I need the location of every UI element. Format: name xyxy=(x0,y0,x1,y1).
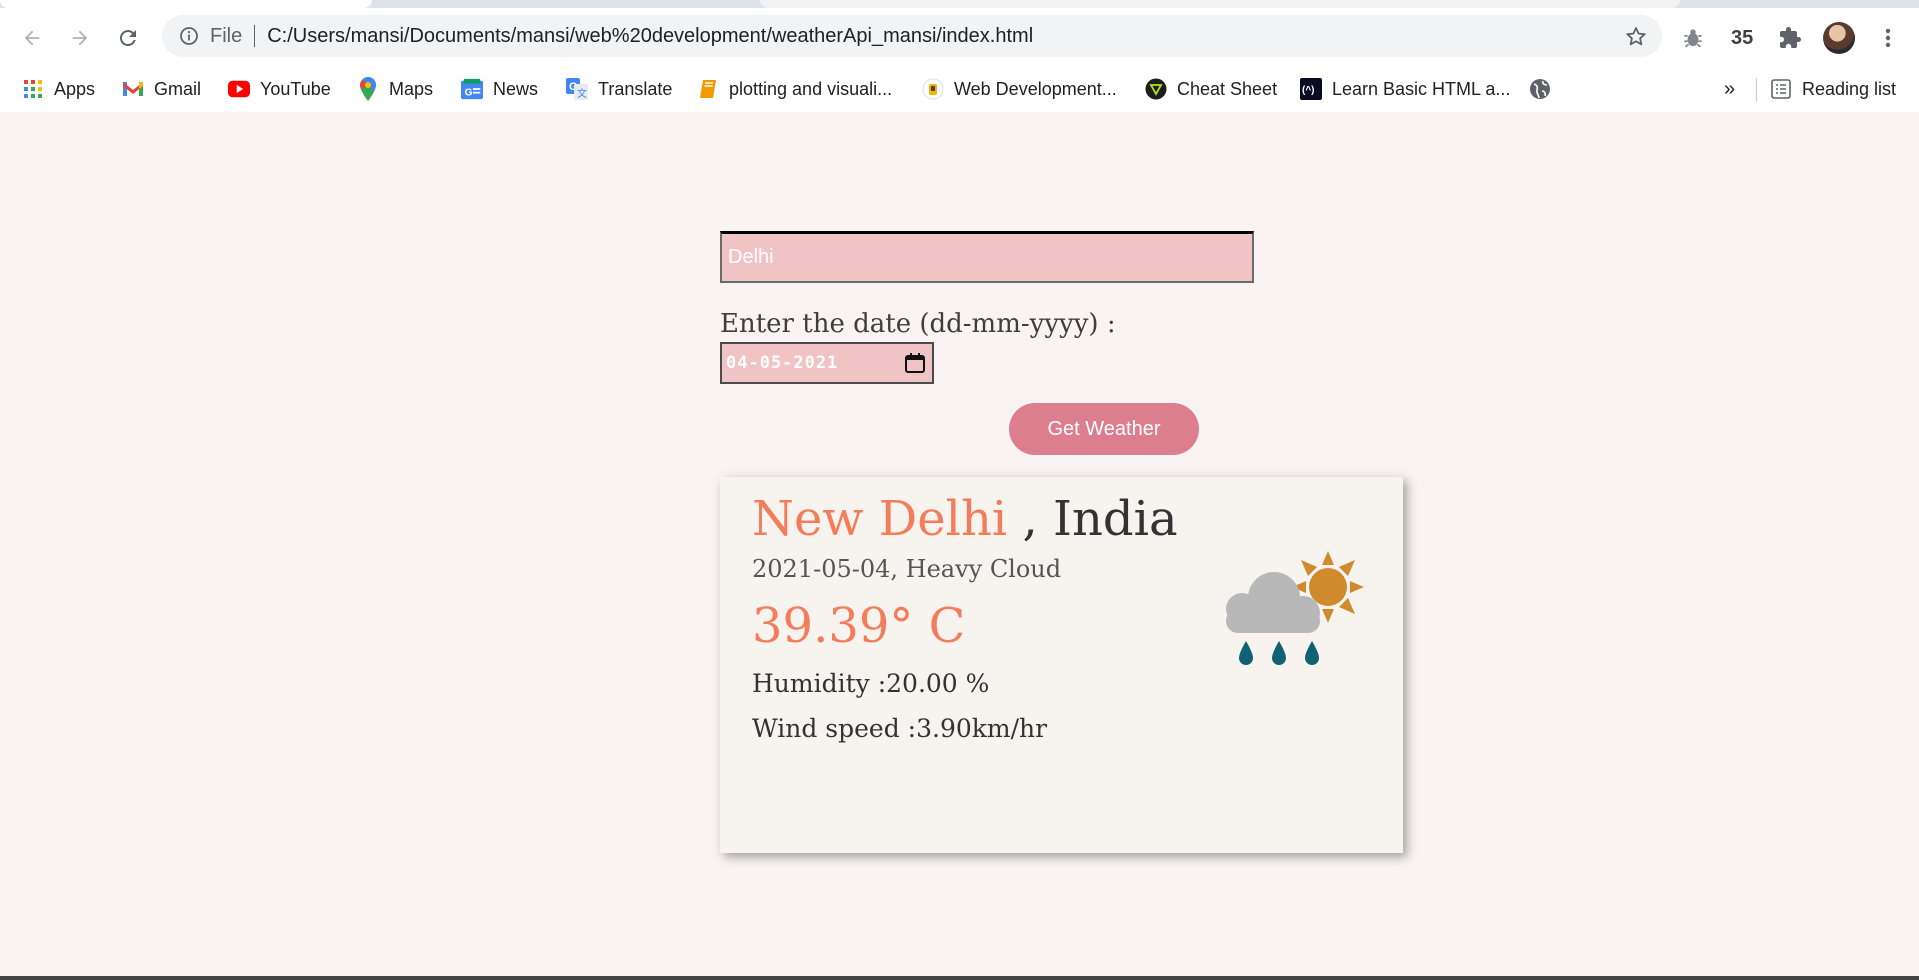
heavy-rain-partly-sunny-icon xyxy=(1226,551,1364,665)
temperature: 39.39° C xyxy=(752,598,966,654)
get-weather-button[interactable]: Get Weather xyxy=(1009,403,1199,455)
bookmark-cheat-sheet[interactable]: Cheat Sheet xyxy=(1145,66,1277,112)
wind-speed: Wind speed :3.90km/hr xyxy=(752,714,1048,743)
bookmark-label: Maps xyxy=(389,78,434,99)
date-condition: 2021-05-04, Heavy Cloud xyxy=(752,555,1062,583)
bookmark-youtube[interactable]: YouTube xyxy=(228,66,331,112)
page-content: Delhi Enter the date (dd-mm-yyyy) : 04-0… xyxy=(0,112,1919,980)
kebab-menu-icon xyxy=(1885,28,1891,48)
bookmark-web-development[interactable]: Web Development... xyxy=(922,66,1117,112)
bookmarks-divider xyxy=(1756,78,1757,102)
bookmark-apps[interactable]: Apps xyxy=(22,66,95,112)
browser-toolbar: File C:/Users/mansi/Documents/mansi/web%… xyxy=(0,8,1919,66)
taskbar-edge xyxy=(0,976,1919,980)
forward-button[interactable] xyxy=(64,22,96,54)
back-button[interactable] xyxy=(16,22,48,54)
news-icon: G xyxy=(461,78,483,100)
web-dev-icon xyxy=(922,78,944,100)
avatar xyxy=(1823,22,1855,54)
weather-card: New Delhi , India 2021-05-04, Heavy Clou… xyxy=(720,477,1403,853)
reading-list-icon xyxy=(1770,78,1792,100)
menu-button[interactable] xyxy=(1878,16,1898,60)
bookmark-label: Learn Basic HTML a... xyxy=(1332,78,1511,99)
address-bar[interactable]: File C:/Users/mansi/Documents/mansi/web%… xyxy=(162,15,1662,57)
bookmark-translate[interactable]: G文 Translate xyxy=(566,66,672,112)
apps-grid-icon xyxy=(22,78,44,100)
bookmark-maps[interactable]: Maps xyxy=(357,66,433,112)
bookmark-globe[interactable] xyxy=(1529,66,1561,112)
city-input[interactable]: Delhi xyxy=(720,231,1254,283)
bookmark-label: YouTube xyxy=(260,78,331,99)
bug-icon xyxy=(1684,29,1702,48)
reading-list-label: Reading list xyxy=(1802,78,1897,99)
humidity: Humidity :20.00 % xyxy=(752,669,990,698)
extensions-button[interactable] xyxy=(1778,16,1802,60)
active-tab-edge[interactable] xyxy=(0,0,372,8)
reload-button[interactable] xyxy=(112,22,144,54)
city-name: New Delhi xyxy=(752,491,1008,547)
extension-badge[interactable]: 35 xyxy=(1731,16,1753,60)
bookmark-label: Web Development... xyxy=(954,78,1117,99)
translate-icon: G文 xyxy=(566,78,588,100)
bookmarks-bar: Apps Gmail YouTube Maps G News G 文 Trans… xyxy=(0,66,1919,113)
profile-button[interactable] xyxy=(1823,16,1855,60)
url-text[interactable]: C:/Users/mansi/Documents/mansi/web%20dev… xyxy=(267,25,1033,48)
reload-icon xyxy=(119,30,136,47)
bookmark-gmail[interactable]: Gmail xyxy=(122,66,201,112)
bookmark-star-icon[interactable] xyxy=(1624,25,1648,49)
gmail-icon xyxy=(122,78,144,100)
date-input-value: 04-05-2021 xyxy=(726,353,839,373)
inactive-tab-edge[interactable] xyxy=(760,0,1680,8)
book-icon xyxy=(697,78,719,100)
bookmark-news[interactable]: G News xyxy=(461,66,538,112)
country-name: , India xyxy=(1022,491,1178,547)
bookmarks-overflow-button[interactable]: » xyxy=(1724,66,1735,112)
bookmark-label: Translate xyxy=(598,78,673,99)
scheme-label: File xyxy=(210,24,243,47)
svg-text:G: G xyxy=(465,87,473,98)
svg-text:(^): (^) xyxy=(1302,85,1315,96)
freecodecamp-icon: (^) xyxy=(1300,78,1322,100)
youtube-icon xyxy=(228,78,250,100)
svg-text:文: 文 xyxy=(577,87,587,100)
calendar-icon[interactable] xyxy=(904,352,926,374)
bookmark-label: plotting and visuali... xyxy=(729,78,893,99)
bookmark-label: Cheat Sheet xyxy=(1177,78,1278,99)
puzzle-icon xyxy=(1780,27,1801,48)
cheat-sheet-icon xyxy=(1145,78,1167,100)
bookmark-label: Apps xyxy=(54,78,96,99)
forward-arrow-icon xyxy=(72,30,88,46)
bookmark-learn-html[interactable]: (^) Learn Basic HTML a... xyxy=(1300,66,1510,112)
maps-icon xyxy=(357,77,379,101)
browser-chrome: File C:/Users/mansi/Documents/mansi/web%… xyxy=(0,0,1919,113)
reading-list-button[interactable]: Reading list xyxy=(1770,66,1896,112)
location-heading: New Delhi , India xyxy=(752,491,1178,547)
bookmark-label: Gmail xyxy=(154,78,202,99)
tab-strip xyxy=(0,0,1919,8)
date-label: Enter the date (dd-mm-yyyy) : xyxy=(720,309,1116,339)
overflow-chevron-icon: » xyxy=(1724,77,1736,100)
bookmark-plotting[interactable]: plotting and visuali... xyxy=(697,66,892,112)
bug-extension[interactable] xyxy=(1680,16,1706,60)
address-divider xyxy=(254,25,256,47)
extension-count: 35 xyxy=(1731,26,1754,49)
site-info-icon[interactable] xyxy=(178,25,200,47)
city-input-value: Delhi xyxy=(728,246,774,268)
back-arrow-icon xyxy=(24,30,40,46)
bookmark-label: News xyxy=(493,78,539,99)
date-input[interactable]: 04-05-2021 xyxy=(720,342,934,384)
globe-icon xyxy=(1529,78,1551,100)
